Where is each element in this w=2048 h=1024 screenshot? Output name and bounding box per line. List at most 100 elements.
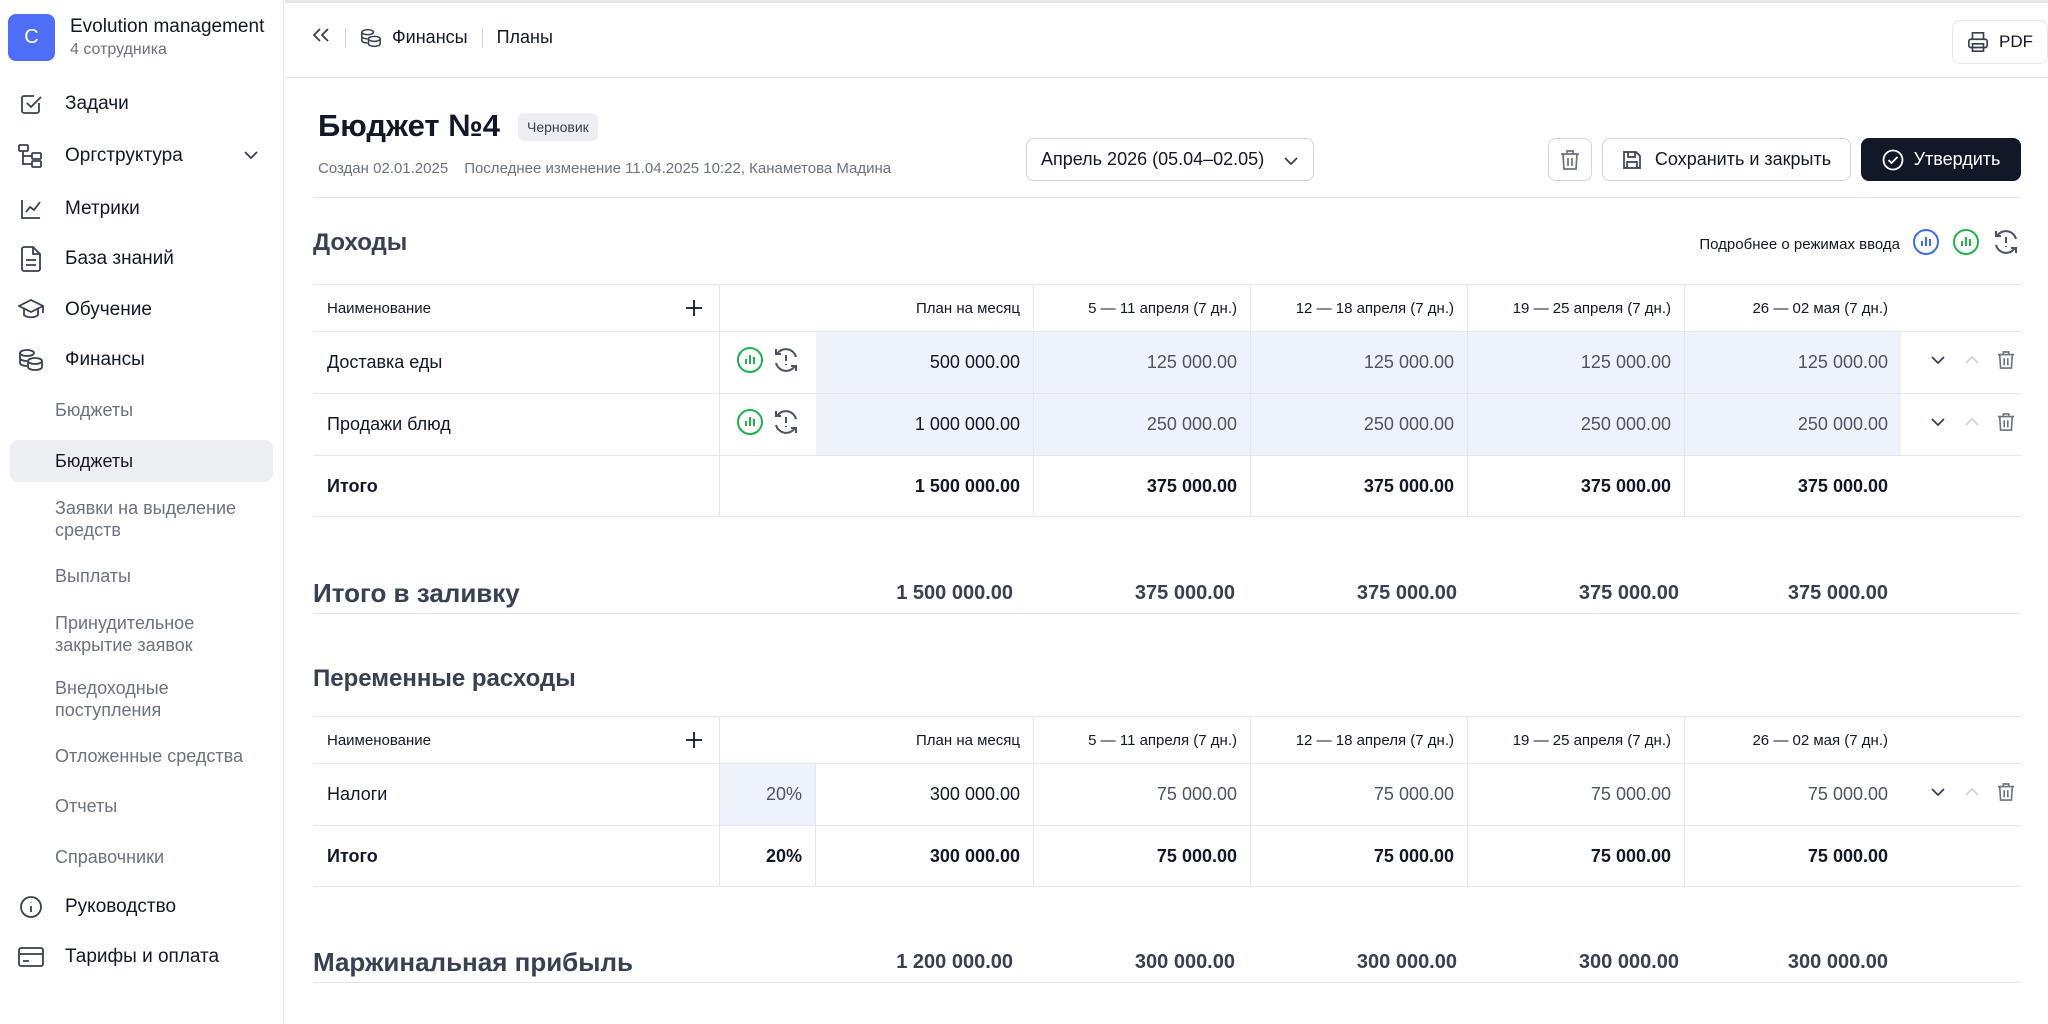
sidebar-item-label: Руководство [65,896,177,917]
header-divider [313,197,2021,198]
total-week: 375 000.00 [1250,456,1467,516]
sidebar-subitem-references[interactable]: Справочники [10,846,273,868]
trash-icon[interactable] [1997,350,2015,375]
week-input[interactable]: 125 000.00 [1033,332,1250,393]
chevron-up-icon[interactable] [1963,351,1981,374]
sidebar-subitem-fund-requests[interactable]: Заявки на выделение средств [10,497,273,541]
sidebar-item-tasks[interactable]: Задачи [10,83,273,125]
total-row: Итого 20% 300 000.00 75 000.00 75 000.00… [313,825,2021,887]
mode-recurring-icon[interactable] [772,346,800,379]
sidebar-subitem-deferred[interactable]: Отложенные средства [10,745,273,767]
col-plan-header: План на месяц [719,285,1033,331]
sidebar-item-finance[interactable]: Финансы [10,339,273,381]
trash-icon[interactable] [1997,412,2015,437]
status-badge: Черновик [518,113,598,141]
sidebar-item-tariffs[interactable]: Тарифы и оплата [10,936,273,978]
plus-icon[interactable] [685,731,703,749]
fill-total-week: 375 000.00 [1578,582,1679,604]
sidebar-item-learning[interactable]: Обучение [10,289,273,331]
week-input[interactable]: 125 000.00 [1250,332,1467,393]
chevron-down-icon[interactable] [1929,783,1947,806]
sidebar-subitem-reports[interactable]: Отчеты [10,795,273,817]
row-mode-icons [719,332,816,393]
fill-total-week: 375 000.00 [1134,582,1235,604]
col-plan-header: План на месяц [719,717,1033,763]
total-plan: 300 000.00 [929,845,1020,866]
col-name-header: Наименование [313,285,719,331]
mode-weekly-icon[interactable] [736,408,764,441]
org-employee-count: 4 сотрудника [70,40,167,58]
row-name: Доставка еды [327,352,443,372]
coins-icon [16,345,46,375]
sidebar-subitem-force-close[interactable]: Принудительное закрытие заявок [10,612,273,656]
plan-input[interactable]: 1 000 000.00 [816,394,1033,455]
percent-input[interactable]: 20% [719,764,816,825]
sidebar-item-metrics[interactable]: Метрики [10,188,273,230]
trash-icon[interactable] [1997,782,2015,807]
chevron-down-icon[interactable] [1929,351,1947,374]
week-value: 75 000.00 [1467,764,1684,825]
chart-line-icon [16,194,46,224]
delete-budget-button[interactable] [1548,138,1592,181]
floppy-disk-icon [1623,150,1641,169]
modes-help-link[interactable]: Подробнее о режимах ввода [1699,236,1900,253]
sidebar-subitem-payouts[interactable]: Выплаты [10,565,273,587]
total-label: Итого [327,475,378,496]
save-label: Сохранить и закрыть [1654,149,1832,169]
table-header: Наименование План на месяц 5 — 11 апреля… [313,284,2021,331]
period-value: Апрель 2026 (05.04–02.05) [1041,149,1265,169]
sidebar-item-orgstructure[interactable]: Оргструктура [10,135,273,177]
approve-label: Утвердить [1913,149,2001,169]
sidebar-subitem-non-income[interactable]: Внедоходные поступления [10,677,273,721]
collapse-sidebar-icon[interactable] [311,27,331,48]
week-input[interactable]: 250 000.00 [1684,394,1901,455]
fill-total-week: 375 000.00 [1356,582,1457,604]
sidebar-subitem-budgets[interactable]: Бюджеты [10,399,273,421]
col-name-header: Наименование [313,717,719,763]
sidebar-subitem-budgets-active[interactable]: Бюджеты [10,440,273,482]
total-week: 375 000.00 [1033,456,1250,516]
chevron-up-icon[interactable] [1963,783,1981,806]
fill-total-label: Итого в заливку [313,578,520,608]
margin-week: 300 000.00 [1787,951,1888,973]
chevron-down-icon[interactable] [243,147,259,169]
mode-recurring-icon[interactable] [1992,228,2020,260]
mode-distributed-icon[interactable] [1912,228,1940,260]
sidebar-item-guide[interactable]: Руководство [10,886,273,928]
week-input[interactable]: 125 000.00 [1684,332,1901,393]
chevron-down-icon[interactable] [1929,413,1947,436]
top-bar: Финансы Планы PDF [285,0,2048,78]
week-input[interactable]: 250 000.00 [1250,394,1467,455]
chevron-down-icon [1284,157,1298,166]
plus-icon[interactable] [685,299,703,317]
check-circle-icon [1882,149,1903,170]
breadcrumb-finance[interactable]: Финансы [392,27,468,48]
credit-card-icon [16,942,46,972]
income-title: Доходы [313,229,408,256]
margin-week: 300 000.00 [1134,951,1235,973]
margin-week: 300 000.00 [1356,951,1457,973]
trash-icon [1561,149,1579,170]
approve-button[interactable]: Утвердить [1861,138,2021,181]
fill-total-line: Итого в заливку 1 500 000.00 375 000.00 … [313,568,2021,614]
mode-weekly-icon[interactable] [1952,228,1980,260]
budget-meta: Создан 02.01.2025 Последнее изменение 11.… [318,160,891,177]
plan-input[interactable]: 500 000.00 [816,332,1033,393]
row-mode-icons [719,394,816,455]
save-and-close-button[interactable]: Сохранить и закрыть [1602,138,1851,181]
org-switcher[interactable]: C Evolution management 4 сотрудника [8,14,264,61]
mode-recurring-icon[interactable] [772,408,800,441]
total-week: 75 000.00 [1684,826,1901,886]
week-input[interactable]: 125 000.00 [1467,332,1684,393]
week-input[interactable]: 250 000.00 [1467,394,1684,455]
pdf-button[interactable]: PDF [1952,20,2048,64]
sidebar-item-label: Задачи [65,93,129,114]
chevron-up-icon[interactable] [1963,413,1981,436]
mode-weekly-icon[interactable] [736,346,764,379]
total-week: 75 000.00 [1033,826,1250,886]
sidebar-item-knowledge[interactable]: База знаний [10,238,273,280]
week-input[interactable]: 250 000.00 [1033,394,1250,455]
fill-total-plan: 1 500 000.00 [896,582,1013,604]
col-week-header: 26 — 02 мая (7 дн.) [1684,285,1901,331]
period-select[interactable]: Апрель 2026 (05.04–02.05) [1026,138,1314,181]
